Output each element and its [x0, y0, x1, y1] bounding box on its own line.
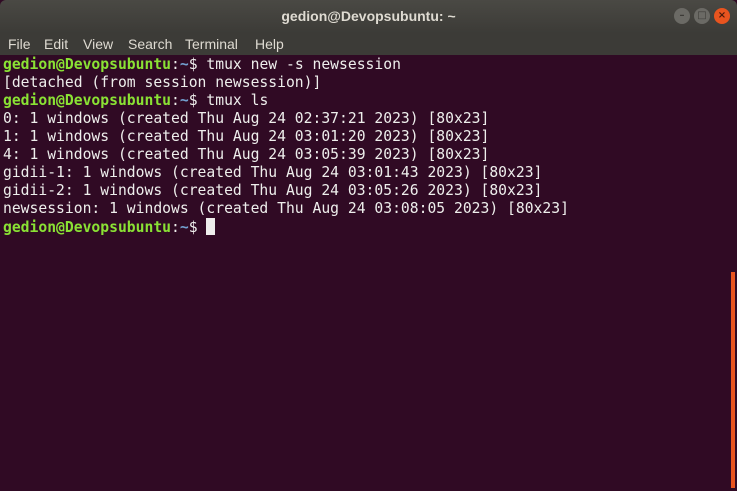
menu-search[interactable]: Search	[128, 36, 172, 52]
prompt-user: gedion@Devopsubuntu	[3, 92, 172, 109]
prompt-separator: :	[171, 56, 180, 73]
prompt-path: ~	[179, 219, 189, 236]
prompt-path: ~	[179, 56, 189, 73]
menu-file[interactable]: File	[8, 36, 31, 52]
output-line: gidii-1: 1 windows (created Thu Aug 24 0…	[3, 164, 543, 181]
prompt-user: gedion@Devopsubuntu	[3, 56, 172, 73]
maximize-button[interactable]: □	[694, 8, 710, 24]
output-line: 1: 1 windows (created Thu Aug 24 03:01:2…	[3, 128, 490, 145]
prompt-path: ~	[179, 92, 189, 109]
prompt-symbol: $	[188, 219, 207, 236]
command-text: tmux ls	[206, 92, 269, 109]
cursor	[206, 218, 216, 235]
minimize-button[interactable]: –	[674, 8, 690, 24]
prompt-symbol: $	[188, 56, 207, 73]
output-line: [detached (from session newsession)]	[3, 74, 322, 91]
terminal-window: gedion@Devopsubuntu: ~ – □ × File Edit V…	[0, 0, 737, 491]
prompt-separator: :	[171, 219, 180, 236]
menu-edit[interactable]: Edit	[44, 36, 68, 52]
close-button[interactable]: ×	[714, 8, 730, 24]
output-line: 4: 1 windows (created Thu Aug 24 03:05:3…	[3, 146, 490, 163]
output-line: 0: 1 windows (created Thu Aug 24 02:37:2…	[3, 110, 490, 127]
prompt-symbol: $	[188, 92, 207, 109]
output-line: gidii-2: 1 windows (created Thu Aug 24 0…	[3, 182, 543, 199]
menu-terminal[interactable]: Terminal	[185, 36, 238, 52]
scrollbar[interactable]	[731, 272, 735, 488]
output-line: newsession: 1 windows (created Thu Aug 2…	[3, 200, 569, 217]
window-title: gedion@Devopsubuntu: ~	[281, 8, 456, 24]
prompt-line: gedion@Devopsubuntu:~$	[3, 218, 569, 237]
menu-view[interactable]: View	[83, 36, 113, 52]
terminal-output[interactable]: gedion@Devopsubuntu:~$ tmux new -s newse…	[3, 56, 569, 237]
prompt-line: gedion@Devopsubuntu:~$ tmux new -s newse…	[3, 56, 569, 74]
prompt-user: gedion@Devopsubuntu	[3, 219, 172, 236]
menu-help[interactable]: Help	[255, 36, 284, 52]
menu-bar: File Edit View Search Terminal Help	[0, 33, 737, 55]
command-text: tmux new -s newsession	[206, 56, 401, 73]
prompt-separator: :	[171, 92, 180, 109]
title-bar[interactable]: gedion@Devopsubuntu: ~ – □ ×	[0, 0, 737, 33]
prompt-line: gedion@Devopsubuntu:~$ tmux ls	[3, 92, 569, 110]
